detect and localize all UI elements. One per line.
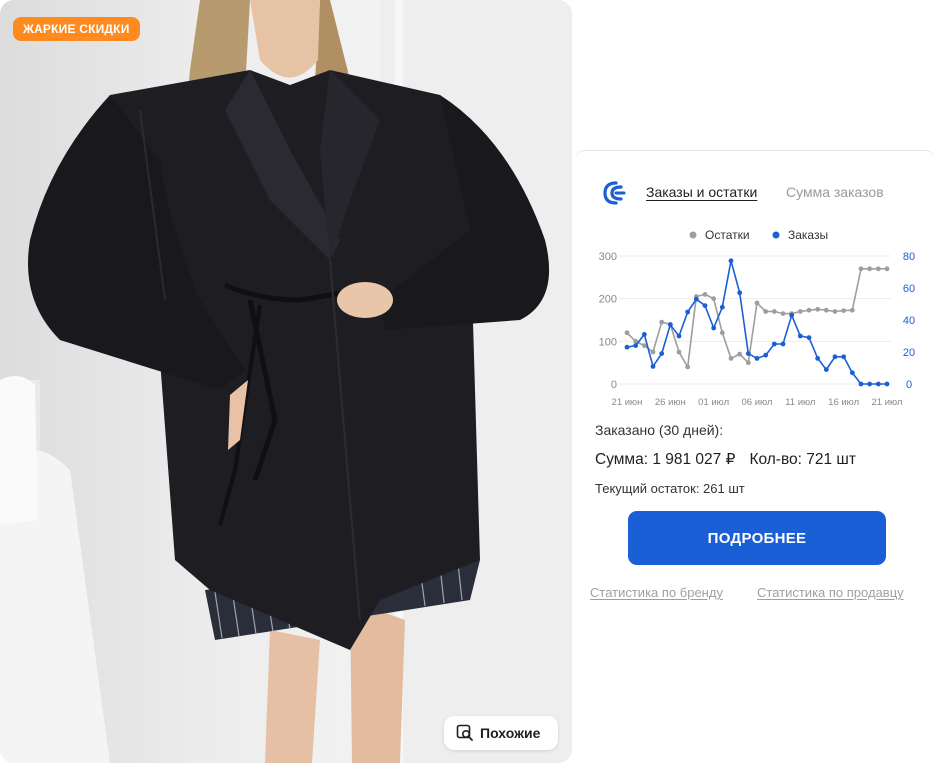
orders-point (823, 367, 829, 372)
ordered-30-days-title: Заказано (30 дней): (595, 422, 724, 438)
orders-qty-value: Кол-во: 721 шт (749, 451, 856, 468)
stock-point (806, 307, 812, 313)
orders-point (841, 354, 847, 360)
seller-stats-link[interactable]: Статистика по продавцу (757, 585, 904, 600)
orders-point (737, 290, 743, 296)
bracket-logo-icon (602, 180, 628, 206)
orders-point (797, 333, 803, 339)
orders-point (806, 335, 812, 340)
brand-stats-link[interactable]: Статистика по бренду (590, 585, 723, 600)
orders-point (763, 352, 769, 358)
x-tick-label: 16 июл (828, 397, 859, 408)
y-right-tick-label: 20 (903, 347, 915, 359)
legend-orders-label: Заказы (788, 228, 828, 242)
orders-sum-value: Сумма: 1 981 027 ₽ (595, 451, 736, 468)
orders-point (702, 303, 708, 308)
orders-point (719, 304, 725, 310)
stock-point (641, 343, 647, 348)
orders-point (641, 332, 647, 337)
current-stock-value: Текущий остаток: 261 шт (595, 481, 745, 496)
orders-summary: Сумма: 1 981 027 ₽ Кол-во: 721 шт (595, 450, 856, 469)
stock-point (737, 351, 743, 357)
orders-point (667, 322, 673, 328)
stock-point (771, 309, 777, 314)
stock-point (841, 308, 847, 314)
orders-point (789, 312, 795, 318)
stock-point (719, 330, 725, 336)
stock-point (659, 319, 665, 325)
stock-point (711, 296, 717, 302)
orders-point (659, 351, 665, 356)
stock-point (745, 360, 751, 366)
similar-button-label: Похожие (480, 725, 541, 741)
stock-point (702, 292, 708, 297)
legend-stock-marker (689, 231, 697, 239)
stock-point (797, 309, 803, 314)
orders-point (867, 381, 873, 387)
tab-orders-and-stock[interactable]: Заказы и остатки (646, 184, 757, 200)
stock-point (823, 307, 829, 313)
y-right-tick-label: 60 (903, 283, 915, 295)
stock-point (685, 364, 691, 370)
orders-point (633, 343, 639, 348)
stock-point (754, 300, 760, 306)
widget-tabs: Заказы и остатки Сумма заказов (575, 177, 935, 207)
orders-point (780, 341, 786, 347)
product-image (0, 0, 572, 763)
x-tick-label: 11 июл (785, 397, 815, 408)
stock-point (832, 309, 838, 314)
x-tick-label: 21 июл (872, 397, 903, 408)
orders-point (693, 296, 699, 302)
y-right-tick-label: 40 (903, 315, 915, 327)
search-image-icon (456, 724, 474, 742)
stock-point (650, 349, 656, 355)
stock-point (849, 307, 855, 313)
stock-point (624, 330, 630, 336)
stock-point (780, 311, 786, 316)
orders-point (754, 356, 760, 361)
y-left-tick-label: 0 (611, 379, 617, 391)
orders-point (849, 370, 855, 376)
stock-point (858, 266, 864, 272)
x-tick-label: 01 июл (698, 397, 729, 408)
analytics-widget: Заказы и остатки Сумма заказов 0 100 200 30… (575, 150, 935, 626)
orders-point (884, 381, 890, 387)
legend-orders-marker (772, 231, 780, 239)
y-right-tick-label: 80 (903, 251, 915, 263)
orders-point (832, 354, 838, 360)
stock-point (763, 309, 769, 314)
y-left-tick-label: 200 (599, 294, 617, 306)
orders-point (728, 258, 734, 264)
stock-point (815, 306, 821, 312)
orders-point (745, 351, 751, 356)
stock-point (676, 349, 682, 355)
stock-point (867, 266, 873, 272)
orders-point (650, 364, 656, 369)
x-tick-label: 26 июн (655, 397, 686, 408)
orders-point (711, 325, 717, 331)
orders-point (858, 381, 864, 387)
more-details-button[interactable]: ПОДРОБНЕЕ (628, 511, 886, 565)
legend-stock-label: Остатки (705, 228, 750, 242)
x-tick-label: 21 июн (612, 397, 643, 408)
orders-point (685, 309, 691, 315)
orders-point (624, 344, 630, 350)
tab-orders-sum[interactable]: Сумма заказов (786, 184, 884, 200)
orders-point (676, 333, 682, 339)
orders-point (815, 356, 821, 361)
product-photo[interactable]: ЖАРКИЕ СКИДКИ Похожие (0, 0, 572, 763)
stock-point (728, 356, 734, 361)
orders-point (771, 341, 777, 347)
orders-stock-chart: 0 100 200 300 0 20 40 60 80 21 июн 26 июн 01 июл 06 … (599, 228, 915, 408)
x-tick-label: 06 июл (742, 397, 773, 408)
similar-button[interactable]: Похожие (444, 716, 558, 750)
y-left-tick-label: 300 (599, 251, 617, 263)
stock-point (884, 266, 890, 272)
stock-series-line (626, 267, 887, 370)
orders-point (875, 381, 881, 387)
y-left-tick-label: 100 (599, 336, 617, 348)
stock-point (875, 266, 881, 272)
hot-sale-badge: ЖАРКИЕ СКИДКИ (13, 17, 140, 41)
y-right-tick-label: 0 (906, 379, 912, 391)
